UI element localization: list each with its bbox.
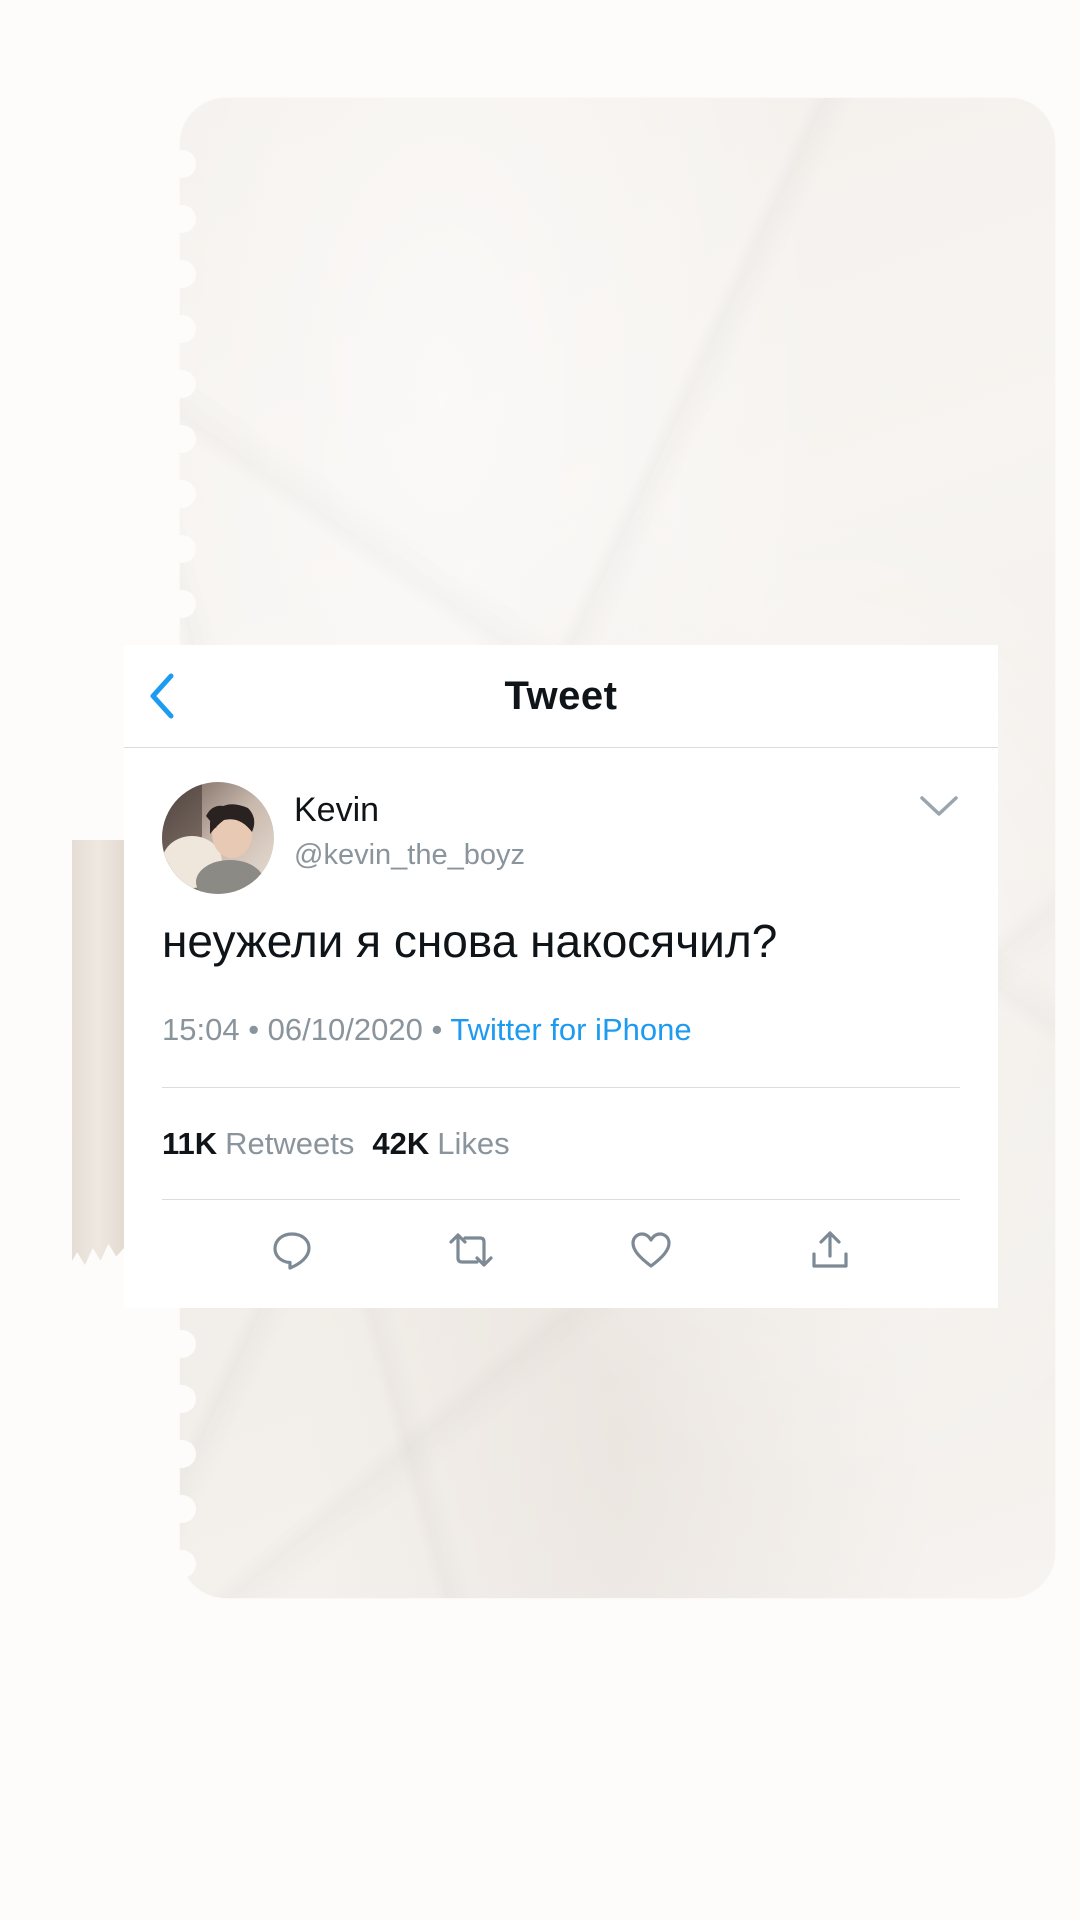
retweets-label: Retweets xyxy=(225,1125,355,1161)
chevron-down-icon xyxy=(920,796,958,816)
tweet-text: неужели я снова накосячил? xyxy=(162,915,778,967)
tweet-card: Tweet Kevin @kevin_the_boyz неужели я сн… xyxy=(124,645,998,1308)
likes-label: Likes xyxy=(437,1125,510,1161)
masking-tape-strip xyxy=(72,840,124,1265)
tweet-header: Tweet xyxy=(124,645,998,748)
retweets-count: 11K xyxy=(162,1125,218,1161)
tweet-actions xyxy=(162,1200,960,1300)
tweet-time: 15:04 xyxy=(162,1012,240,1047)
reply-icon xyxy=(273,1232,311,1270)
page-title: Tweet xyxy=(504,673,618,718)
author-name[interactable]: Kevin xyxy=(294,790,525,830)
tweet-source-link[interactable]: Twitter for iPhone xyxy=(450,1012,691,1047)
tweet-body: Kevin @kevin_the_boyz неужели я снова на… xyxy=(124,748,998,1300)
author-handle[interactable]: @kevin_the_boyz xyxy=(294,838,525,872)
tweet-date: 06/10/2020 xyxy=(267,1012,423,1047)
background: Tweet Kevin @kevin_the_boyz неужели я сн… xyxy=(0,0,1080,1920)
more-options-button[interactable] xyxy=(914,786,964,826)
meta-separator: • xyxy=(431,1012,451,1047)
user-avatar-photo xyxy=(162,782,274,894)
share-icon xyxy=(812,1231,848,1268)
tweet-meta: 15:04 • 06/10/2020 • Twitter for iPhone xyxy=(162,1011,960,1088)
author-info: Kevin @kevin_the_boyz xyxy=(294,782,525,893)
author-row: Kevin @kevin_the_boyz xyxy=(162,748,960,894)
reply-button[interactable] xyxy=(268,1226,316,1274)
tweet-stats: 11K Retweets 42K Likes xyxy=(162,1088,960,1200)
heart-icon xyxy=(631,1232,671,1268)
chevron-left-icon xyxy=(150,673,174,719)
like-button[interactable] xyxy=(627,1226,675,1274)
likes-count: 42K xyxy=(372,1125,430,1161)
back-button[interactable] xyxy=(142,671,182,721)
retweet-button[interactable] xyxy=(447,1226,495,1274)
meta-separator: • xyxy=(248,1012,268,1047)
retweets-stat[interactable]: 11K Retweets xyxy=(162,1126,354,1162)
likes-stat[interactable]: 42K Likes xyxy=(372,1126,509,1162)
share-button[interactable] xyxy=(806,1226,854,1274)
retweet-icon xyxy=(449,1233,493,1267)
avatar[interactable] xyxy=(162,782,274,894)
